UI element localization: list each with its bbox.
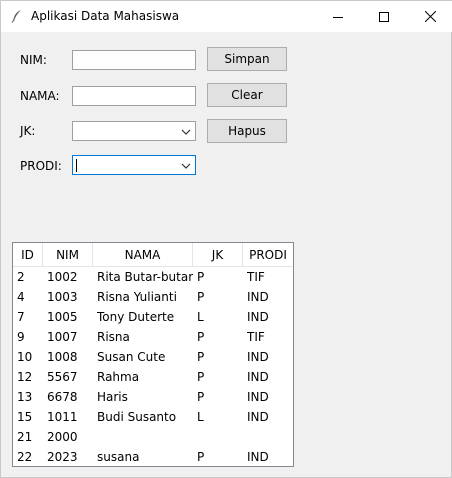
cell-prodi: IND: [247, 350, 269, 364]
table-row[interactable]: 12 5567 Rahma P IND: [13, 367, 293, 387]
cell-prodi: TIF: [247, 270, 265, 284]
cell-nama: Risna Yulianti: [97, 290, 177, 304]
maximize-button[interactable]: [361, 1, 407, 32]
cell-prodi: IND: [247, 310, 269, 324]
title-bar[interactable]: Aplikasi Data Mahasiswa: [1, 1, 452, 32]
cell-jk: L: [197, 410, 204, 424]
cell-jk: L: [197, 310, 204, 324]
app-window: Aplikasi Data Mahasiswa NIM: NAMA: JK: P…: [0, 0, 452, 478]
cell-id: 7: [17, 310, 25, 324]
column-header-jk[interactable]: JK: [193, 243, 243, 267]
cell-id: 15: [17, 410, 33, 424]
cell-id: 13: [17, 390, 33, 404]
nim-field[interactable]: [72, 50, 196, 70]
table-row[interactable]: 4 1003 Risna Yulianti P IND: [13, 287, 293, 307]
chevron-down-icon[interactable]: [180, 160, 192, 172]
nim-input[interactable]: [73, 51, 195, 69]
mahasiswa-table[interactable]: ID NIM NAMA JK PRODI 2 1002 Rita Butar-but…: [12, 242, 294, 467]
feather-icon: [10, 9, 24, 23]
table-row[interactable]: 2 1002 Rita Butar-butar P TIF: [13, 267, 293, 287]
cell-id: 12: [17, 370, 33, 384]
table-header: ID NIM NAMA JK PRODI: [13, 243, 293, 267]
clear-button[interactable]: Clear: [207, 83, 287, 107]
jk-combobox[interactable]: [72, 121, 196, 141]
prodi-label: PRODI:: [20, 159, 62, 173]
nama-label: NAMA:: [20, 89, 60, 103]
cell-prodi: IND: [247, 450, 269, 464]
cell-nim: 1008: [47, 350, 78, 364]
cell-nim: 1011: [47, 410, 78, 424]
cell-id: 10: [17, 350, 33, 364]
cell-nama: susana: [97, 450, 140, 464]
text-cursor: [76, 159, 77, 172]
table-row[interactable]: 10 1008 Susan Cute P IND: [13, 347, 293, 367]
minimize-icon: [333, 16, 343, 18]
nama-input[interactable]: [73, 87, 195, 105]
cell-nama: Risna: [97, 330, 130, 344]
cell-nama: Tony Duterte: [97, 310, 175, 324]
cell-jk: P: [197, 450, 205, 464]
cell-id: 21: [17, 430, 33, 444]
column-header-id[interactable]: ID: [13, 243, 43, 267]
table-row[interactable]: 22 2023 susana P IND: [13, 447, 293, 467]
hapus-button[interactable]: Hapus: [207, 119, 287, 143]
cell-id: 9: [17, 330, 25, 344]
cell-jk: P: [197, 290, 205, 304]
cell-prodi: TIF: [247, 330, 265, 344]
cell-jk: P: [197, 370, 205, 384]
cell-nim: 1005: [47, 310, 78, 324]
cell-prodi: IND: [247, 370, 269, 384]
cell-nama: Haris: [97, 390, 128, 404]
table-row[interactable]: 15 1011 Budi Susanto L IND: [13, 407, 293, 427]
column-header-nim[interactable]: NIM: [43, 243, 93, 267]
cell-jk: P: [197, 270, 205, 284]
cell-nim: 5567: [47, 370, 78, 384]
cell-id: 2: [17, 270, 25, 284]
table-row[interactable]: 21 2000: [13, 427, 293, 447]
cell-prodi: IND: [247, 410, 269, 424]
window-title: Aplikasi Data Mahasiswa: [31, 9, 180, 23]
cell-nim: 2000: [47, 430, 78, 444]
column-header-prodi[interactable]: PRODI: [243, 243, 293, 267]
cell-id: 22: [17, 450, 33, 464]
nim-label: NIM:: [20, 53, 47, 67]
maximize-icon: [379, 11, 389, 22]
cell-nama: Rahma: [97, 370, 140, 384]
cell-prodi: IND: [247, 290, 269, 304]
jk-label: JK:: [20, 124, 36, 138]
cell-nama: Budi Susanto: [97, 410, 177, 424]
close-icon: [424, 11, 436, 22]
cell-nim: 1003: [47, 290, 78, 304]
table-row[interactable]: 13 6678 Haris P IND: [13, 387, 293, 407]
close-button[interactable]: [407, 1, 452, 32]
cell-nim: 6678: [47, 390, 78, 404]
cell-nim: 1002: [47, 270, 78, 284]
nama-field[interactable]: [72, 86, 196, 106]
cell-jk: P: [197, 390, 205, 404]
cell-jk: P: [197, 350, 205, 364]
cell-nim: 2023: [47, 450, 78, 464]
cell-nim: 1007: [47, 330, 78, 344]
chevron-down-icon[interactable]: [180, 126, 192, 138]
cell-id: 4: [17, 290, 25, 304]
cell-nama: Rita Butar-butar: [97, 270, 194, 284]
table-row[interactable]: 7 1005 Tony Duterte L IND: [13, 307, 293, 327]
cell-prodi: IND: [247, 390, 269, 404]
cell-nama: Susan Cute: [97, 350, 166, 364]
table-body: 2 1002 Rita Butar-butar P TIF 4 1003 Risna Yuli…: [13, 267, 293, 467]
cell-jk: P: [197, 330, 205, 344]
column-header-nama[interactable]: NAMA: [93, 243, 193, 267]
minimize-button[interactable]: [315, 1, 361, 32]
prodi-combobox[interactable]: [72, 155, 196, 175]
table-row[interactable]: 9 1007 Risna P TIF: [13, 327, 293, 347]
simpan-button[interactable]: Simpan: [207, 47, 287, 71]
